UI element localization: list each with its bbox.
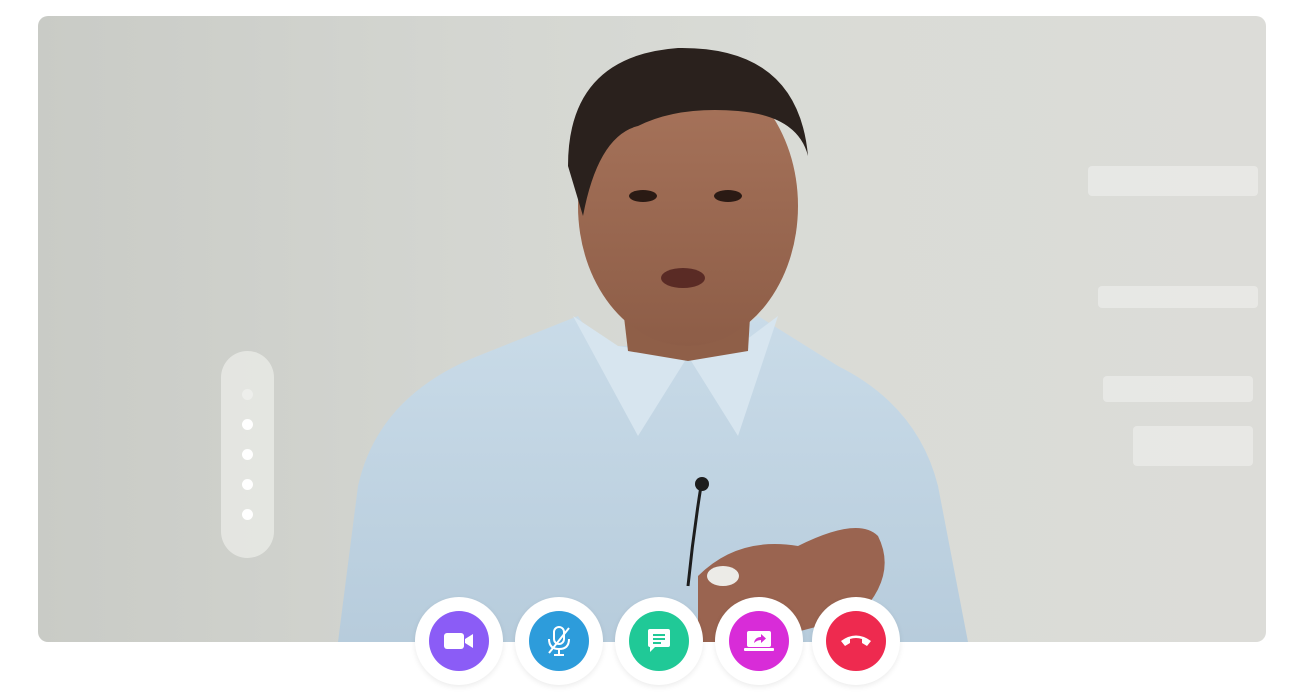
pagination-dot[interactable] bbox=[242, 389, 253, 400]
camera-button-circle[interactable] bbox=[429, 611, 489, 671]
chat-button[interactable] bbox=[615, 597, 703, 685]
chat-icon bbox=[648, 629, 670, 652]
chat-button-circle[interactable] bbox=[629, 611, 689, 671]
screen-share-icon bbox=[744, 631, 774, 651]
end-call-button-circle[interactable] bbox=[826, 611, 886, 671]
call-controls-bar bbox=[0, 597, 1300, 687]
slide-pagination bbox=[221, 351, 274, 558]
screen-share-button[interactable] bbox=[715, 597, 803, 685]
microphone-off-icon bbox=[548, 626, 570, 656]
camera-button[interactable] bbox=[415, 597, 503, 685]
video-camera-icon bbox=[444, 633, 473, 649]
pagination-dot[interactable] bbox=[242, 419, 253, 430]
video-stream bbox=[38, 16, 1266, 642]
end-call-button[interactable] bbox=[812, 597, 900, 685]
phone-hangup-icon bbox=[841, 635, 871, 646]
pagination-dot[interactable] bbox=[242, 509, 253, 520]
microphone-button[interactable] bbox=[515, 597, 603, 685]
pagination-dot[interactable] bbox=[242, 479, 253, 490]
screen-share-button-circle[interactable] bbox=[729, 611, 789, 671]
pagination-dot[interactable] bbox=[242, 449, 253, 460]
presenter-video bbox=[338, 47, 1258, 642]
microphone-button-circle[interactable] bbox=[529, 611, 589, 671]
